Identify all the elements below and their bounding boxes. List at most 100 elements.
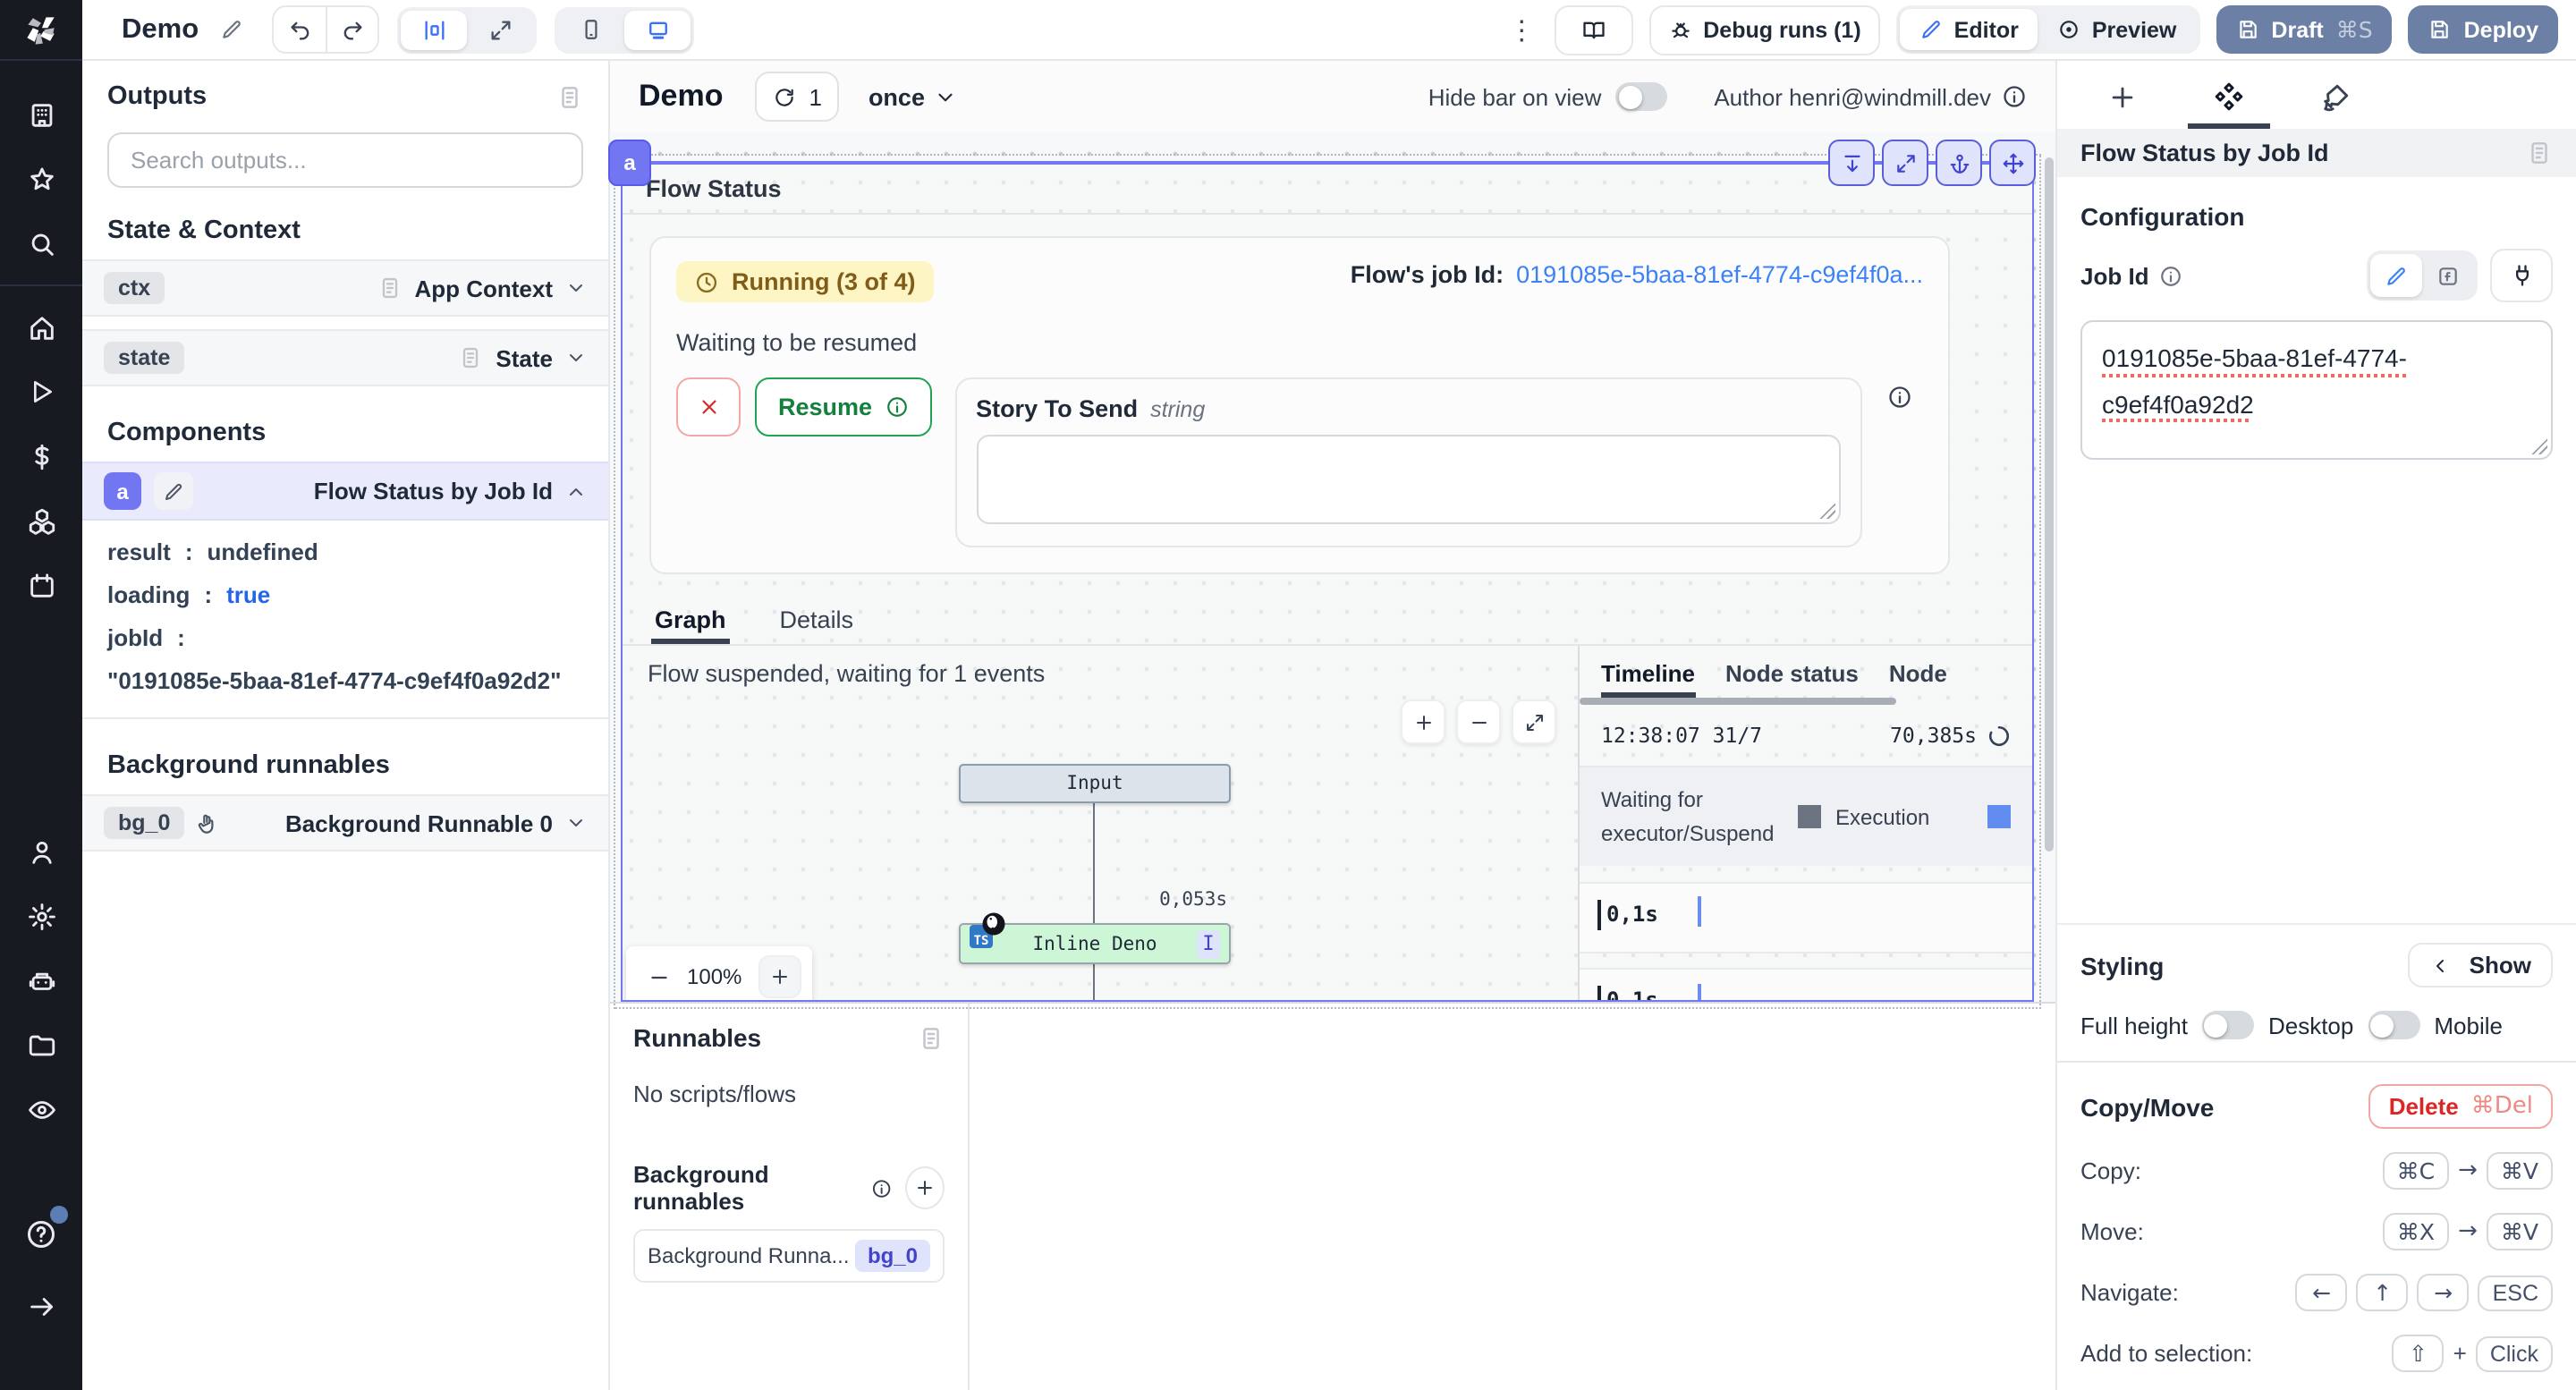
outputs-search[interactable] [107, 132, 583, 188]
log-icon[interactable] [2526, 140, 2553, 166]
timeline-row-1[interactable]: 0,1s [1580, 882, 2032, 954]
resize-handle[interactable] [1819, 503, 1835, 519]
delete-button[interactable]: Delete ⌘Del [2369, 1084, 2553, 1129]
flow-status-component[interactable]: a Flow Status Runn [621, 161, 2034, 1002]
schedule-dropdown[interactable]: once [869, 83, 957, 110]
draft-button[interactable]: Draft ⌘S [2216, 5, 2392, 54]
resources-icon[interactable] [20, 499, 63, 542]
zoom-plus-button[interactable] [758, 955, 801, 998]
eval-input-icon[interactable] [2422, 254, 2474, 297]
canvas-scrollbar[interactable] [2045, 157, 2054, 852]
undo-button[interactable] [274, 7, 326, 52]
redo-button[interactable] [326, 7, 377, 52]
timeline-row-2[interactable]: 0,1s [1580, 968, 2032, 1000]
job-id-link[interactable]: 0191085e-5baa-81ef-4774-c9ef4f0a... [1516, 261, 1923, 288]
loading-line[interactable]: loading:true [107, 581, 583, 608]
story-textarea[interactable] [976, 435, 1841, 524]
desktop-toggle[interactable] [2368, 1011, 2419, 1039]
docs-book-button[interactable] [1555, 4, 1633, 55]
timeline-hscrollbar[interactable] [1580, 698, 1896, 705]
zoom-out-button[interactable] [1456, 699, 1501, 744]
windmill-logo[interactable] [0, 0, 82, 61]
refresh-button[interactable]: 1 [755, 72, 839, 122]
tab-editor[interactable]: Editor [1901, 9, 2038, 50]
search-input[interactable] [127, 145, 564, 175]
kbd-left: ← [2296, 1274, 2348, 1311]
static-input-icon[interactable] [2370, 254, 2422, 297]
favorites-icon[interactable] [20, 157, 63, 200]
desktop-view-icon[interactable] [624, 10, 691, 49]
workers-icon[interactable] [20, 959, 63, 1002]
tab-node-definition[interactable]: Node [1889, 660, 1947, 698]
connect-plug-icon[interactable] [2490, 249, 2553, 302]
node-inline-deno[interactable]: TS Inline Deno I [959, 923, 1231, 964]
bg0-label: Background Runnable 0 [285, 809, 553, 836]
show-styling-button[interactable]: Show [2409, 943, 2553, 987]
workspace-icon[interactable] [20, 93, 63, 136]
app-canvas[interactable]: a Flow Status Runn [610, 132, 2055, 1002]
expand-down-icon[interactable] [1828, 140, 1875, 186]
outputs-title: Outputs [107, 82, 207, 111]
resize-handle[interactable] [2531, 438, 2547, 454]
anchor-icon[interactable] [1936, 140, 1982, 186]
selection-tag[interactable]: a [608, 140, 651, 186]
chevron-down-icon[interactable] [565, 277, 587, 299]
chevron-down-icon[interactable] [565, 347, 587, 369]
jobid-value[interactable]: "0191085e-5baa-81ef-4774-c9ef4f0a92d2" [107, 667, 583, 694]
tab-preview[interactable]: Preview [2038, 9, 2197, 50]
job-id-input[interactable]: 0191085e-5baa-81ef-4774- c9ef4f0a92d2 [2080, 320, 2553, 460]
bg0-row[interactable]: bg_0 Background Runnable 0 [82, 794, 608, 852]
fit-view-button[interactable] [1512, 699, 1556, 744]
chevron-down-icon[interactable] [565, 812, 587, 834]
debug-runs-button[interactable]: Debug runs (1) [1649, 4, 1880, 55]
flow-graph[interactable]: Flow suspended, waiting for 1 events Inp… [623, 646, 1578, 1000]
deploy-button[interactable]: Deploy [2409, 5, 2558, 54]
ctx-row[interactable]: ctx App Context [82, 259, 608, 317]
add-bg-runnable-button[interactable] [906, 1166, 945, 1209]
tab-node-status[interactable]: Node status [1725, 660, 1859, 698]
tab-timeline[interactable]: Timeline [1601, 660, 1695, 698]
tab-graph[interactable]: Graph [651, 598, 730, 644]
result-line[interactable]: result:undefined [107, 538, 583, 565]
zoom-in-button[interactable] [1401, 699, 1445, 744]
chevron-up-icon[interactable] [565, 480, 587, 502]
more-menu-icon[interactable]: ⋮ [1504, 13, 1538, 46]
move-icon[interactable] [1989, 140, 2036, 186]
centered-layout-icon[interactable] [401, 10, 467, 49]
zoom-minus-button[interactable] [648, 965, 671, 988]
graph-zoom-controls [1401, 699, 1556, 744]
runs-icon[interactable] [20, 370, 63, 413]
home-icon[interactable] [20, 306, 63, 349]
full-height-toggle[interactable] [2202, 1011, 2254, 1039]
state-row[interactable]: state State [82, 329, 608, 386]
resume-button[interactable]: Resume [755, 377, 931, 436]
log-icon[interactable] [918, 1024, 945, 1051]
search-icon[interactable] [20, 222, 63, 265]
jobid-line[interactable]: jobId: [107, 624, 583, 651]
fullwidth-layout-icon[interactable] [467, 10, 533, 49]
audit-eye-icon[interactable] [20, 1088, 63, 1131]
styling-tab[interactable] [2295, 61, 2376, 129]
collapse-arrow-icon[interactable] [20, 1284, 63, 1327]
mobile-view-icon[interactable] [558, 10, 624, 49]
copy-shortcut-row: Copy: ⌘C → ⌘V [2080, 1152, 2553, 1190]
help-icon[interactable] [20, 1213, 63, 1256]
rename-pencil-icon[interactable] [220, 18, 243, 41]
hide-bar-toggle[interactable] [1615, 82, 1667, 111]
insert-component-tab[interactable] [2082, 61, 2163, 129]
variables-icon[interactable] [20, 435, 63, 478]
component-a-row[interactable]: a Flow Status by Job Id [82, 462, 608, 521]
hand-pointer-icon[interactable] [195, 811, 218, 835]
bg-runnable-item[interactable]: Background Runna... bg_0 [633, 1229, 945, 1283]
edit-id-pencil-icon[interactable] [154, 472, 193, 510]
component-settings-tab[interactable] [2188, 61, 2270, 129]
settings-gear-icon[interactable] [20, 894, 63, 937]
maximize-icon[interactable] [1882, 140, 1928, 186]
log-icon[interactable] [556, 83, 583, 110]
node-input[interactable]: Input [959, 764, 1231, 803]
tab-details[interactable]: Details [776, 598, 858, 644]
schedules-icon[interactable] [20, 564, 63, 606]
users-icon[interactable] [20, 830, 63, 873]
folders-icon[interactable] [20, 1023, 63, 1066]
cancel-button[interactable] [676, 377, 741, 436]
